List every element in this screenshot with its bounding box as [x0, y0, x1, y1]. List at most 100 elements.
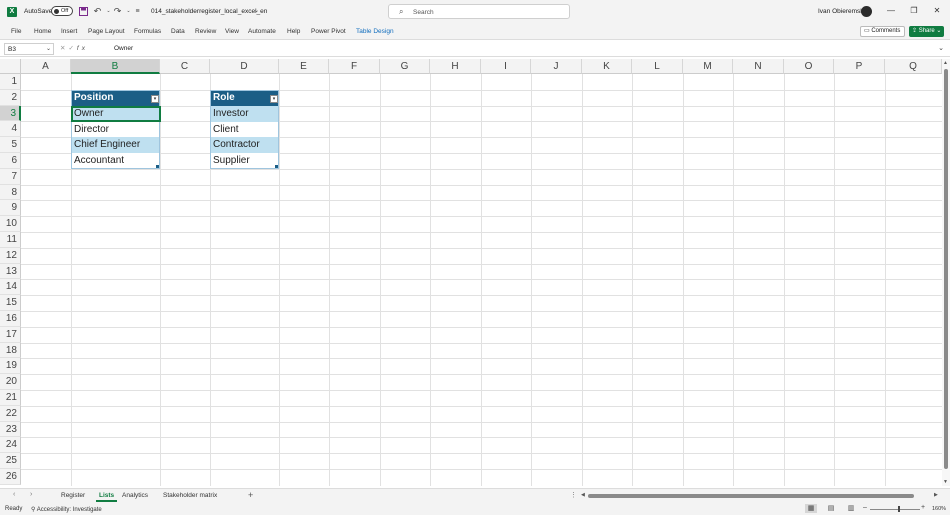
- tab-help[interactable]: Help: [287, 28, 300, 35]
- tab-insert[interactable]: Insert: [61, 28, 77, 35]
- col-header-n[interactable]: N: [733, 59, 784, 74]
- formula-input[interactable]: Owner: [114, 45, 133, 52]
- zoom-out-icon[interactable]: –: [863, 504, 867, 511]
- row-header-20[interactable]: 20: [0, 374, 21, 390]
- table-cell[interactable]: Investor: [211, 105, 279, 122]
- vertical-scroll-thumb[interactable]: [944, 69, 948, 469]
- tab-file[interactable]: File: [11, 28, 21, 35]
- row-header-16[interactable]: 16: [0, 311, 21, 327]
- search-box[interactable]: ⌕ Search: [388, 4, 570, 19]
- sheet-tab-analytics[interactable]: Analytics: [119, 491, 151, 500]
- table-cell[interactable]: Supplier: [211, 153, 279, 169]
- zoom-slider[interactable]: [870, 508, 920, 510]
- next-sheet-icon[interactable]: ›: [30, 491, 32, 498]
- row-header-19[interactable]: 19: [0, 358, 21, 375]
- sheet-tab-lists[interactable]: Lists: [96, 491, 118, 502]
- expand-formula-icon[interactable]: ⌄: [938, 44, 944, 52]
- page-layout-view-icon[interactable]: ▤: [825, 504, 837, 513]
- row-header-22[interactable]: 22: [0, 405, 21, 422]
- name-box-dropdown-icon[interactable]: ⌄: [46, 45, 51, 52]
- row-header-3[interactable]: 3: [0, 105, 21, 122]
- row-header-5[interactable]: 5: [0, 137, 21, 153]
- zoom-in-icon[interactable]: +: [921, 504, 925, 511]
- vertical-scrollbar[interactable]: ▲ ▼: [942, 59, 950, 486]
- accessibility-status[interactable]: ⚲ Accessibility: Investigate: [31, 506, 102, 513]
- col-header-d[interactable]: D: [210, 59, 279, 74]
- table-cell[interactable]: Chief Engineer: [72, 137, 160, 154]
- table-resize-handle[interactable]: [275, 165, 278, 168]
- prev-sheet-icon[interactable]: ‹: [13, 491, 15, 498]
- scroll-left-icon[interactable]: ◀: [581, 492, 585, 498]
- row-header-6[interactable]: 6: [0, 153, 21, 169]
- table-cell[interactable]: Contractor: [211, 137, 279, 154]
- row-header-23[interactable]: 23: [0, 421, 21, 438]
- row-header-24[interactable]: 24: [0, 437, 21, 454]
- select-all-corner[interactable]: [0, 59, 21, 74]
- row-header-25[interactable]: 25: [0, 453, 21, 469]
- row-header-8[interactable]: 8: [0, 184, 21, 201]
- sheet-tab-stakeholder-matrix[interactable]: Stakeholder matrix: [160, 491, 220, 500]
- table-cell[interactable]: Director: [72, 121, 160, 138]
- table-header-position[interactable]: Position: [72, 90, 160, 106]
- col-header-c[interactable]: C: [160, 59, 210, 74]
- col-header-f[interactable]: F: [329, 59, 380, 74]
- fx-icon[interactable]: fx: [77, 45, 88, 52]
- col-header-l[interactable]: L: [632, 59, 683, 74]
- row-header-10[interactable]: 10: [0, 216, 21, 232]
- row-header-2[interactable]: 2: [0, 89, 21, 106]
- save-icon[interactable]: [79, 7, 88, 16]
- normal-view-icon[interactable]: ▦: [805, 504, 817, 513]
- col-header-j[interactable]: J: [531, 59, 582, 74]
- undo-dropdown-icon[interactable]: ⌄: [104, 7, 113, 16]
- user-name[interactable]: Ivan Obieremsk: [818, 8, 864, 15]
- tab-page-layout[interactable]: Page Layout: [88, 28, 125, 35]
- row-header-13[interactable]: 13: [0, 263, 21, 280]
- tab-home[interactable]: Home: [34, 28, 51, 35]
- customize-toolbar-icon[interactable]: ≡: [133, 7, 142, 16]
- row-header-7[interactable]: 7: [0, 168, 21, 185]
- zoom-level[interactable]: 160%: [932, 506, 946, 512]
- add-sheet-icon[interactable]: +: [248, 490, 253, 500]
- horizontal-scroll-thumb[interactable]: [588, 494, 914, 498]
- zoom-slider-knob[interactable]: [898, 506, 900, 512]
- close-icon[interactable]: ✕: [932, 6, 942, 15]
- undo-icon[interactable]: ↶: [93, 7, 102, 16]
- avatar[interactable]: [861, 6, 872, 17]
- row-header-4[interactable]: 4: [0, 121, 21, 138]
- row-header-17[interactable]: 17: [0, 326, 21, 343]
- row-header-26[interactable]: 26: [0, 469, 21, 485]
- enter-icon[interactable]: ✓: [68, 45, 76, 52]
- restore-icon[interactable]: ❐: [909, 6, 919, 15]
- col-header-o[interactable]: O: [784, 59, 834, 74]
- tab-view[interactable]: View: [225, 28, 239, 35]
- col-header-e[interactable]: E: [279, 59, 329, 74]
- file-name[interactable]: 014_stakeholderregister_local_excel_en: [151, 8, 267, 15]
- tab-formulas[interactable]: Formulas: [134, 28, 161, 35]
- row-header-9[interactable]: 9: [0, 200, 21, 217]
- redo-icon[interactable]: ↷: [113, 7, 122, 16]
- minimize-icon[interactable]: —: [886, 6, 896, 15]
- col-header-m[interactable]: M: [683, 59, 733, 74]
- row-header-1[interactable]: 1: [0, 74, 21, 90]
- page-break-view-icon[interactable]: ▥: [845, 504, 857, 513]
- scroll-down-icon[interactable]: ▼: [943, 479, 948, 485]
- col-header-i[interactable]: I: [481, 59, 531, 74]
- worksheet-grid[interactable]: A B C D E F G H I J K L M N O P Q 1 2 3 …: [0, 59, 942, 486]
- scroll-up-icon[interactable]: ▲: [943, 60, 948, 66]
- tab-split-handle-icon[interactable]: ⋮: [570, 491, 577, 499]
- filter-dropdown-icon[interactable]: ▾: [270, 95, 278, 103]
- col-header-a[interactable]: A: [21, 59, 71, 74]
- table-header-role[interactable]: Role: [211, 90, 279, 106]
- col-header-g[interactable]: G: [380, 59, 430, 74]
- filename-chevron-icon[interactable]: ⌄: [252, 7, 261, 16]
- row-header-21[interactable]: 21: [0, 390, 21, 406]
- name-box[interactable]: B3 ⌄: [4, 43, 54, 55]
- table-cell[interactable]: Accountant: [72, 153, 160, 169]
- col-header-b[interactable]: B: [71, 59, 160, 74]
- col-header-h[interactable]: H: [430, 59, 481, 74]
- row-header-14[interactable]: 14: [0, 279, 21, 296]
- table-cell[interactable]: Client: [211, 121, 279, 138]
- tab-review[interactable]: Review: [195, 28, 216, 35]
- scroll-right-icon[interactable]: ▶: [934, 492, 938, 498]
- col-header-p[interactable]: P: [834, 59, 885, 74]
